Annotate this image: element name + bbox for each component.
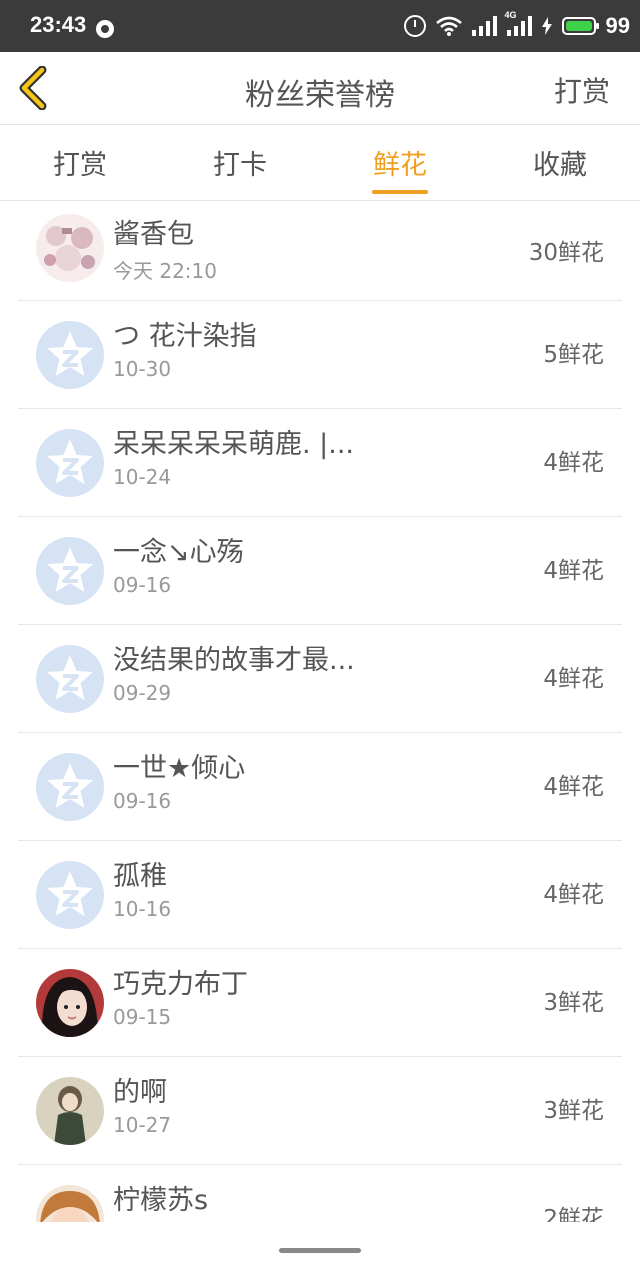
list-item[interactable]: 孤稚 10-16 4鲜花 [18,841,622,949]
list-item[interactable]: 柠檬苏s 2鲜花 [18,1165,622,1222]
fan-time: 10-16 [113,897,172,921]
flower-count: 30鲜花 [528,240,604,266]
status-time: 23:43 [30,12,87,37]
default-avatar-icon[interactable] [36,537,104,605]
avatar[interactable] [36,1185,104,1222]
flower-count: 4鲜花 [543,666,604,692]
tab-reward[interactable]: 打赏 [0,125,160,200]
fan-time: 今天 22:10 [113,259,217,283]
fan-name: 没结果的故事才最... [113,645,355,676]
fan-name: 柠檬苏s [113,1185,209,1216]
fan-name: 呆呆呆呆呆萌鹿. |... [113,429,355,460]
list-item[interactable]: 呆呆呆呆呆萌鹿. |... 10-24 4鲜花 [18,409,622,517]
alarm-icon [403,15,426,37]
flower-count: 4鲜花 [543,774,604,800]
flower-count: 4鲜花 [543,450,604,476]
avatar[interactable] [36,214,104,282]
battery-level: 99 [605,13,630,38]
list-item[interactable]: 一念↘心殇 09-16 4鲜花 [18,517,622,625]
default-avatar-icon[interactable] [36,645,104,713]
notification-icon [96,20,114,38]
default-avatar-icon[interactable] [36,429,104,497]
list-item[interactable]: 酱香包 今天 22:10 30鲜花 [18,200,622,301]
fan-name: 一世★倾心 [113,753,246,784]
fan-ranking-list: 酱香包 今天 22:10 30鲜花 つ 花汁染指 10-30 5鲜花 呆呆呆呆呆… [18,200,622,1222]
home-indicator[interactable] [279,1248,361,1253]
app-header: 粉丝荣誉榜 打赏 [0,52,640,125]
status-bar: 23:43 4G 99 [0,0,640,52]
tab-bar: 打赏 打卡 鲜花 收藏 [0,125,640,201]
list-item[interactable]: 没结果的故事才最... 09-29 4鲜花 [18,625,622,733]
default-avatar-icon[interactable] [36,753,104,821]
list-item[interactable]: つ 花汁染指 10-30 5鲜花 [18,301,622,409]
fan-name: 的啊 [113,1077,167,1108]
fan-time: 09-16 [113,789,172,813]
signal-icon [471,16,497,36]
signal-4g-icon: 4G [505,10,532,36]
avatar[interactable] [36,1077,104,1145]
fan-name: 孤稚 [113,861,167,892]
battery-icon [561,17,599,35]
list-item[interactable]: 一世★倾心 09-16 4鲜花 [18,733,622,841]
flower-count: 5鲜花 [543,342,604,368]
flower-count: 4鲜花 [543,882,604,908]
fan-name: 一念↘心殇 [113,537,244,568]
tab-checkin[interactable]: 打卡 [160,125,320,200]
fan-time: 10-27 [113,1113,172,1137]
fan-time: 09-16 [113,573,172,597]
fan-time: 09-29 [113,681,172,705]
tab-flowers[interactable]: 鲜花 [320,125,480,200]
list-item[interactable]: 巧克力布丁 09-15 3鲜花 [18,949,622,1057]
fan-time: 10-30 [113,357,172,381]
list-item[interactable]: 的啊 10-27 3鲜花 [18,1057,622,1165]
avatar[interactable] [36,969,104,1037]
charging-icon [541,17,552,35]
fan-name: つ 花汁染指 [113,321,257,352]
reward-button[interactable]: 打赏 [554,70,610,110]
default-avatar-icon[interactable] [36,861,104,929]
fan-time: 10-24 [113,465,172,489]
flower-count: 3鲜花 [543,990,604,1016]
flower-count: 2鲜花 [543,1206,604,1222]
tab-favorites[interactable]: 收藏 [480,125,640,200]
default-avatar-icon[interactable] [36,321,104,389]
fan-name: 巧克力布丁 [113,969,248,1000]
status-icons: 4G 99 [403,10,630,42]
flower-count: 3鲜花 [543,1098,604,1124]
page-title: 粉丝荣誉榜 [245,78,395,113]
flower-count: 4鲜花 [543,558,604,584]
wifi-icon [435,16,462,36]
fan-time: 09-15 [113,1005,172,1029]
fan-name: 酱香包 [113,219,194,250]
